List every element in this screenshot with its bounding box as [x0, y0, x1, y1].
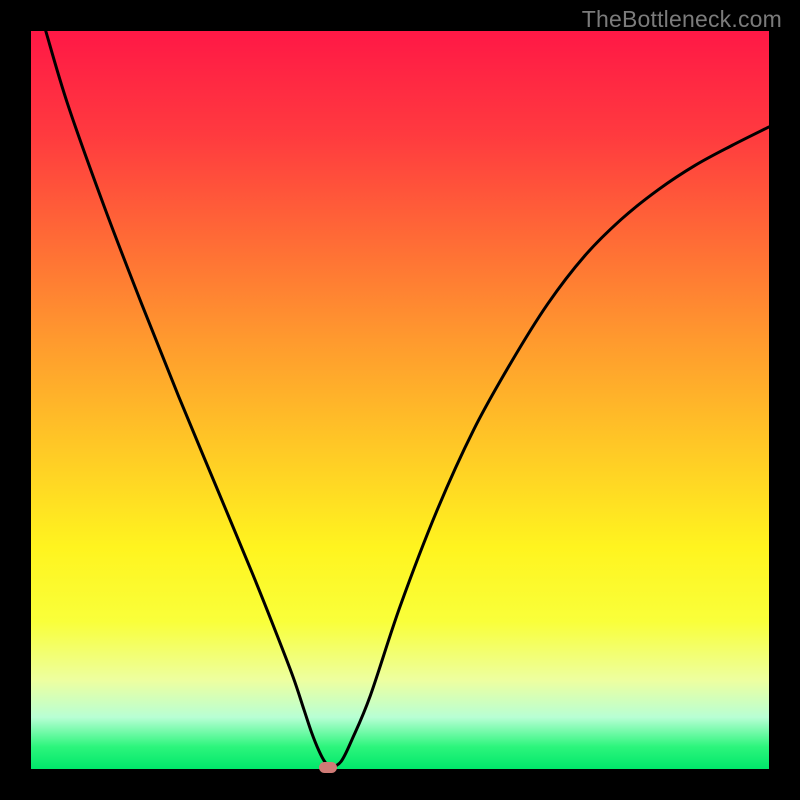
minimum-marker	[319, 762, 337, 773]
chart-frame: TheBottleneck.com	[0, 0, 800, 800]
watermark-text: TheBottleneck.com	[582, 6, 782, 33]
bottleneck-curve	[31, 31, 769, 769]
plot-area	[31, 31, 769, 769]
